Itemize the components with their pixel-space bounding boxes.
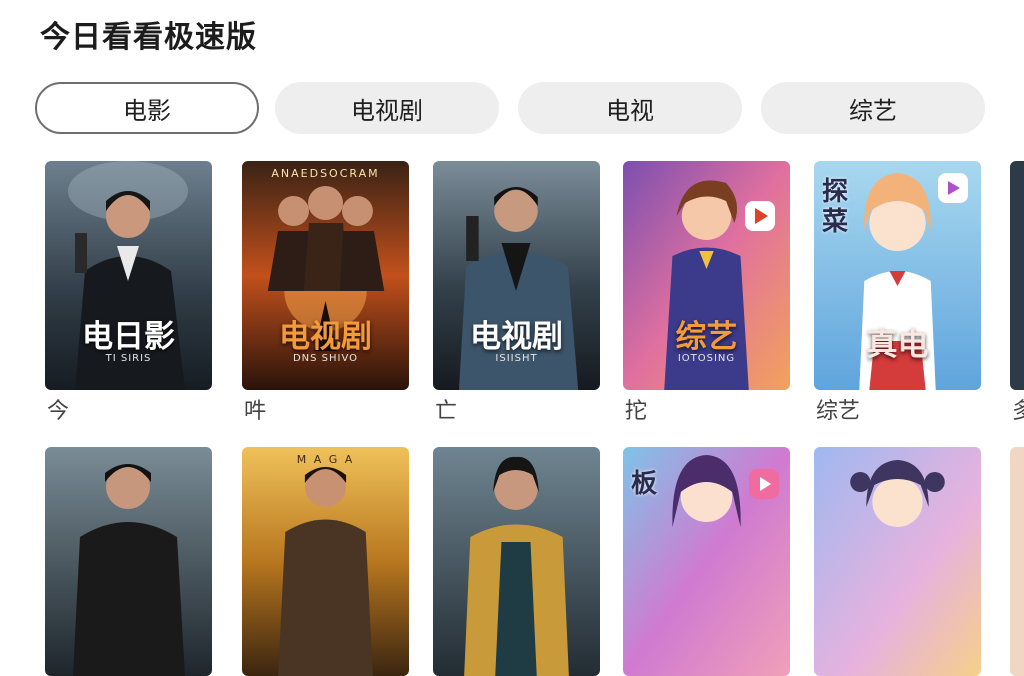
movie-card-5[interactable]: M A G A — [242, 447, 409, 676]
poster-image — [433, 447, 600, 676]
poster-title: 电视剧 — [279, 319, 372, 355]
poster-subtitle: ISIISHT — [495, 353, 538, 364]
movie-card-4[interactable] — [45, 447, 212, 676]
variety-card-1[interactable]: 综艺 IOTOSING — [623, 161, 790, 390]
card-partial[interactable] — [1010, 447, 1024, 676]
card-label: 多 — [1012, 399, 1024, 424]
variety-card-2[interactable]: 探 菜 真电 — [814, 161, 981, 390]
card-label: 综艺 — [816, 399, 861, 424]
variety-card-4[interactable] — [814, 447, 981, 676]
poster-image — [814, 447, 981, 676]
poster-subtitle: DNS SHIVO — [292, 353, 359, 364]
card-label: 亡 — [435, 399, 458, 424]
poster-top-text: M A G A — [296, 453, 355, 466]
poster-image — [1010, 447, 1024, 676]
poster-image — [242, 447, 409, 676]
poster-corner-text: 探 菜 — [822, 177, 849, 237]
movie-card-2[interactable]: ANAEDSOCRAM 电视剧 DNS SHIVO — [242, 161, 409, 390]
play-icon — [745, 201, 775, 231]
card-partial[interactable] — [1010, 161, 1024, 390]
poster-title: 真电 — [866, 327, 929, 363]
card-label: 今 — [47, 399, 70, 424]
poster-subtitle: IOTOSING — [677, 353, 736, 364]
movie-card-3[interactable]: 电视剧 ISIISHT — [433, 161, 600, 390]
movie-card-1[interactable]: 电日影 TI SIRIS — [45, 161, 212, 390]
play-icon — [749, 469, 779, 499]
poster-image — [45, 447, 212, 676]
content-grid: 电日影 TI SIRIS 今 ANAEDSOCRAM 电视剧 DNS SHIVO… — [0, 0, 1024, 676]
poster-title: 电视剧 — [470, 319, 563, 355]
poster-corner-text: 板 — [631, 469, 658, 499]
poster-top-text: ANAEDSOCRAM — [271, 167, 380, 180]
poster-image — [1010, 161, 1024, 390]
card-label: 吽 — [244, 399, 267, 424]
movie-card-6[interactable] — [433, 447, 600, 676]
card-label: 拕 — [625, 399, 648, 424]
poster-title: 电日影 — [82, 319, 175, 355]
poster-title: 综艺 — [675, 319, 738, 355]
variety-card-3[interactable]: 板 — [623, 447, 790, 676]
poster-subtitle: TI SIRIS — [105, 353, 152, 364]
play-icon — [938, 173, 968, 203]
